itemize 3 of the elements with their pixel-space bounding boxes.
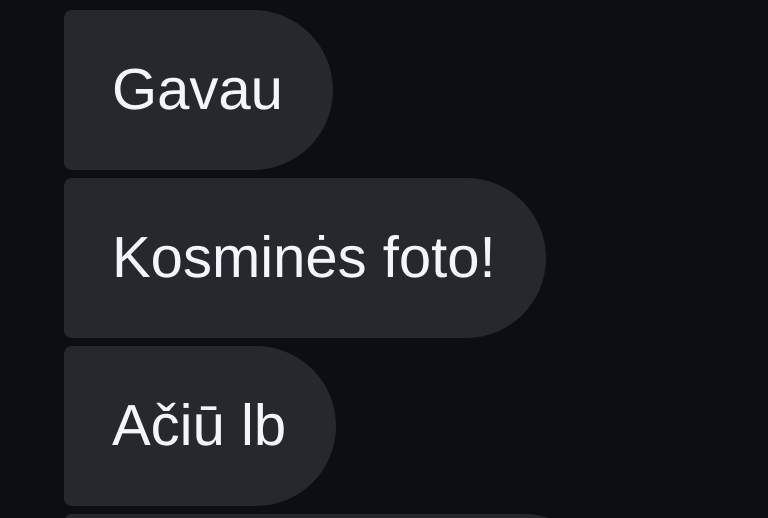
message-bubble: Ačiū lb: [64, 346, 336, 506]
message-bubble: Kosminės foto!: [64, 178, 546, 338]
message-bubble: Gavau: [64, 10, 333, 170]
